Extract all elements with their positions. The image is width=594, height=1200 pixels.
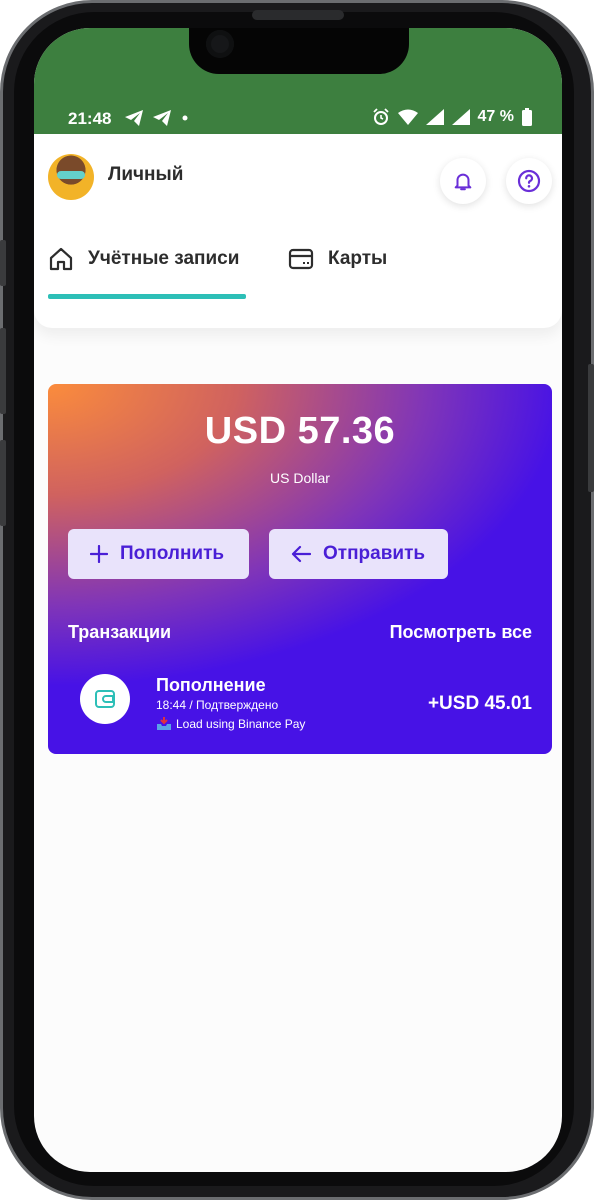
status-right: 47 % [372,108,532,126]
wifi-icon [397,109,418,125]
balance-amount: USD 57.36 [204,410,396,452]
alarm-icon [372,108,389,125]
transaction-amount: +USD 45.01 [427,693,532,714]
status-time: 21:48 [68,109,112,128]
view-all-link[interactable]: Посмотреть все [390,622,532,643]
topup-label: Пополнить [120,543,225,564]
telegram-icon [153,110,171,126]
signal-icon [425,109,444,125]
avatar-glasses [57,171,85,179]
volume-up-button [0,328,6,414]
arrow-left-icon [291,545,311,563]
inbox-tray-icon [157,717,171,730]
telegram-icon [125,110,143,126]
battery-icon [522,108,532,126]
send-button[interactable]: Отправить [269,529,448,579]
tab-cards[interactable]: Карты [288,246,387,272]
wallet-icon [95,690,115,708]
transactions-title: Транзакции [68,622,172,642]
transaction-note: Load using Binance Pay [156,717,305,731]
avatar[interactable] [48,154,94,200]
phone-speaker [252,10,344,20]
active-tab-indicator [48,294,246,299]
front-camera [206,30,234,58]
dot-icon [182,115,188,121]
volume-down-button [0,440,6,526]
bell-icon [454,173,472,191]
tab-accounts-label: Учётные записи [88,248,240,269]
transaction-subtitle: 18:44 / Подтверждено [156,698,279,712]
home-icon [49,247,73,271]
battery-percent: 47 % [477,108,514,125]
help-button[interactable] [506,158,552,204]
tab-cards-label: Карты [328,248,388,269]
transaction-note-text: Load using Binance Pay [176,717,306,731]
signal-icon [451,109,470,125]
transaction-title[interactable]: Пополнение [156,675,266,696]
topup-button[interactable]: Пополнить [68,529,249,579]
status-left-icons [124,109,190,127]
currency-name: US Dollar [270,470,330,486]
transaction-icon-circle [80,674,130,724]
balance-card: USD 57.36 US Dollar Пополнить Отправить … [48,384,552,754]
screen: 21:48 47 % Личный Учётные записи Карты U… [34,28,562,1172]
notifications-button[interactable] [440,158,486,204]
help-icon [517,169,541,193]
tab-accounts[interactable]: Учётные записи [48,246,239,272]
plus-icon [90,545,108,563]
card-icon [288,248,314,270]
mute-switch [0,240,6,286]
app-header: Личный Учётные записи Карты [34,134,562,328]
send-label: Отправить [323,543,426,564]
power-button [588,364,594,492]
profile-name[interactable]: Личный [108,164,183,186]
